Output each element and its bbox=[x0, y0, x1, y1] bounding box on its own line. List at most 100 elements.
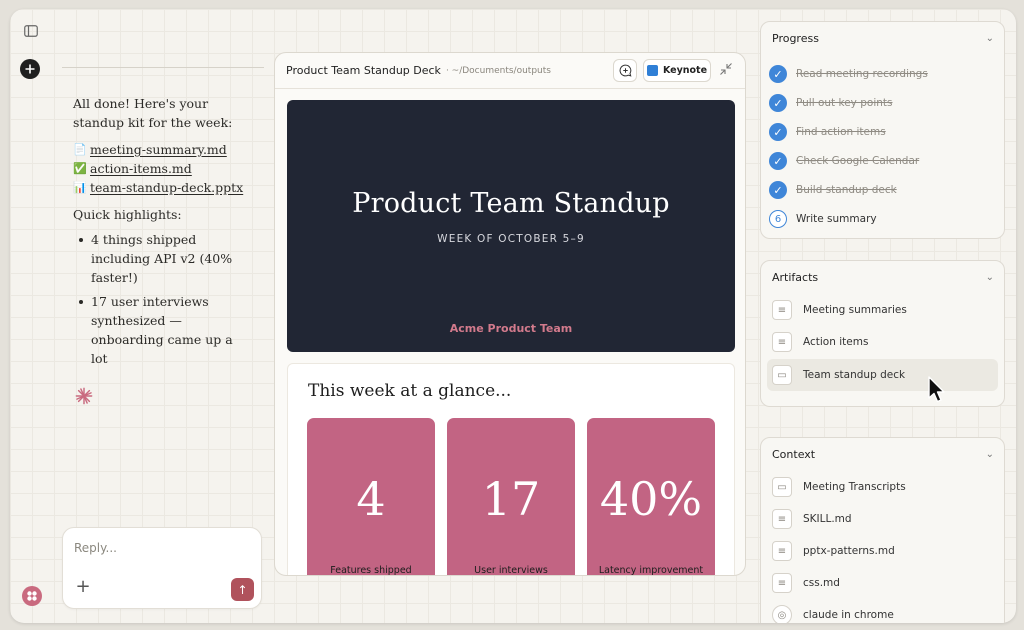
context-item[interactable]: ◎ claude in chrome bbox=[767, 599, 998, 623]
artifact-item[interactable]: ≡ Action items bbox=[767, 326, 998, 358]
stat-card-latency: 40% Latency improvement bbox=[587, 418, 715, 576]
chevron-down-icon: ⌄ bbox=[985, 32, 994, 44]
document-icon: ≡ bbox=[772, 332, 792, 352]
slide-team-name: Acme Product Team bbox=[449, 322, 573, 335]
file-link-label: team-standup-deck.pptx bbox=[90, 180, 244, 195]
stat-value: 40% bbox=[599, 472, 703, 526]
artifact-item[interactable]: ≡ Meeting summaries bbox=[767, 294, 998, 326]
artifact-label: Meeting summaries bbox=[803, 304, 907, 316]
step-label: Read meeting recordings bbox=[796, 68, 928, 80]
document-icon: ≡ bbox=[772, 573, 792, 593]
file-preview-panel: Product Team Standup Deck · ~/Documents/… bbox=[274, 52, 746, 576]
bar-chart-icon: 📊 bbox=[73, 181, 87, 194]
checkmark-icon: ✅ bbox=[73, 162, 87, 175]
reply-input[interactable] bbox=[74, 541, 244, 555]
artifacts-card: Artifacts ⌄ ≡ Meeting summaries ≡ Action… bbox=[760, 260, 1005, 407]
collapse-icon[interactable] bbox=[719, 63, 733, 77]
artifacts-header[interactable]: Artifacts ⌄ bbox=[772, 261, 994, 293]
app-window: All done! Here's your standup kit for th… bbox=[10, 9, 1016, 623]
document-icon: ≡ bbox=[772, 300, 792, 320]
preview-path: · ~/Documents/outputs bbox=[445, 65, 551, 76]
checkmark-icon: ✓ bbox=[769, 152, 787, 170]
step-number-icon: 6 bbox=[769, 210, 787, 228]
reply-composer: + ↑ bbox=[62, 527, 262, 609]
progress-step: ✓ Check Google Calendar bbox=[769, 152, 919, 170]
file-link-action-items[interactable]: ✅ action-items.md bbox=[73, 159, 253, 178]
stat-label: Features shipped bbox=[330, 565, 412, 576]
glance-slide: This week at a glance... 4 Features ship… bbox=[287, 363, 735, 576]
open-in-keynote-button[interactable]: Keynote bbox=[643, 59, 711, 82]
send-button[interactable]: ↑ bbox=[231, 578, 254, 601]
mouse-cursor-icon bbox=[928, 376, 945, 403]
context-label: css.md bbox=[803, 577, 840, 589]
progress-step: ✓ Read meeting recordings bbox=[769, 65, 928, 83]
document-icon: ≡ bbox=[772, 541, 792, 561]
progress-step: ✓ Find action items bbox=[769, 123, 886, 141]
new-chat-button[interactable] bbox=[20, 59, 40, 79]
document-icon: 📄 bbox=[73, 143, 87, 156]
assistant-message: All done! Here's your standup kit for th… bbox=[73, 94, 253, 410]
artifact-item[interactable]: ▭ Team standup deck bbox=[767, 359, 998, 391]
chevron-down-icon: ⌄ bbox=[985, 271, 994, 283]
card-title: Artifacts bbox=[772, 270, 819, 284]
context-item[interactable]: ≡ css.md bbox=[767, 567, 998, 599]
preview-title: Product Team Standup Deck bbox=[286, 64, 441, 77]
arrow-up-icon: ↑ bbox=[237, 582, 248, 597]
list-item: 17 user interviews synthesized — onboard… bbox=[73, 292, 253, 368]
slide-title: This week at a glance... bbox=[308, 381, 512, 401]
progress-card: Progress ⌄ ✓ Read meeting recordings ✓ P… bbox=[760, 21, 1005, 239]
slide-title: Product Team Standup bbox=[352, 188, 670, 219]
context-item[interactable]: ▭ Meeting Transcripts bbox=[767, 471, 998, 503]
sidebar-toggle-icon[interactable] bbox=[22, 23, 40, 39]
claude-spark-icon bbox=[75, 387, 93, 405]
add-attachment-button[interactable]: + bbox=[75, 578, 91, 596]
stat-label: Latency improvement bbox=[598, 565, 704, 576]
stat-value: 17 bbox=[481, 472, 541, 526]
progress-step-current: 6 Write summary bbox=[769, 210, 877, 228]
message-intro: All done! Here's your standup kit for th… bbox=[73, 96, 233, 130]
step-label: Pull out key points bbox=[796, 97, 893, 109]
artifact-label: Action items bbox=[803, 336, 869, 348]
stat-label: User interviews bbox=[474, 565, 548, 576]
context-header[interactable]: Context ⌄ bbox=[772, 438, 994, 470]
checkmark-icon: ✓ bbox=[769, 181, 787, 199]
context-label: pptx-patterns.md bbox=[803, 545, 895, 557]
comment-plus-icon bbox=[619, 64, 631, 77]
folder-icon: ▭ bbox=[772, 477, 792, 497]
file-link-label: action-items.md bbox=[90, 161, 192, 176]
step-label: Check Google Calendar bbox=[796, 155, 920, 167]
context-label: SKILL.md bbox=[803, 513, 852, 525]
keynote-icon bbox=[646, 65, 658, 76]
stat-card-features: 4 Features shipped bbox=[307, 418, 435, 576]
progress-header[interactable]: Progress ⌄ bbox=[772, 22, 994, 54]
card-title: Progress bbox=[772, 31, 819, 45]
checkmark-icon: ✓ bbox=[769, 94, 787, 112]
checkmark-icon: ✓ bbox=[769, 65, 787, 83]
step-label: Build standup deck bbox=[796, 184, 897, 196]
list-item: 4 things shipped including API v2 (40% f… bbox=[73, 230, 253, 287]
context-label: Meeting Transcripts bbox=[803, 481, 906, 493]
progress-step: ✓ Pull out key points bbox=[769, 94, 892, 112]
step-label: Write summary bbox=[796, 213, 877, 225]
chat-divider bbox=[62, 67, 264, 68]
comment-button[interactable] bbox=[613, 59, 637, 82]
stat-value: 4 bbox=[356, 472, 386, 526]
chevron-down-icon: ⌄ bbox=[985, 448, 994, 460]
stat-card-interviews: 17 User interviews bbox=[447, 418, 575, 576]
title-slide: Product Team Standup WEEK OF OCTOBER 5–9… bbox=[287, 100, 735, 352]
file-link-standup-deck[interactable]: 📊 team-standup-deck.pptx bbox=[73, 178, 253, 197]
step-label: Find action items bbox=[796, 126, 886, 138]
context-item[interactable]: ≡ SKILL.md bbox=[767, 503, 998, 535]
file-link-label: meeting-summary.md bbox=[90, 142, 227, 157]
artifact-label: Team standup deck bbox=[803, 369, 906, 381]
card-title: Context bbox=[772, 447, 816, 461]
document-icon: ≡ bbox=[772, 509, 792, 529]
globe-icon: ◎ bbox=[772, 605, 792, 623]
checkmark-icon: ✓ bbox=[769, 123, 787, 141]
file-link-meeting-summary[interactable]: 📄 meeting-summary.md bbox=[73, 140, 253, 159]
context-item[interactable]: ≡ pptx-patterns.md bbox=[767, 535, 998, 567]
slides-icon: ▭ bbox=[772, 365, 792, 385]
context-card: Context ⌄ ▭ Meeting Transcripts ≡ SKILL.… bbox=[760, 437, 1005, 623]
slide-subtitle: WEEK OF OCTOBER 5–9 bbox=[437, 233, 585, 245]
avatar[interactable] bbox=[22, 586, 42, 606]
